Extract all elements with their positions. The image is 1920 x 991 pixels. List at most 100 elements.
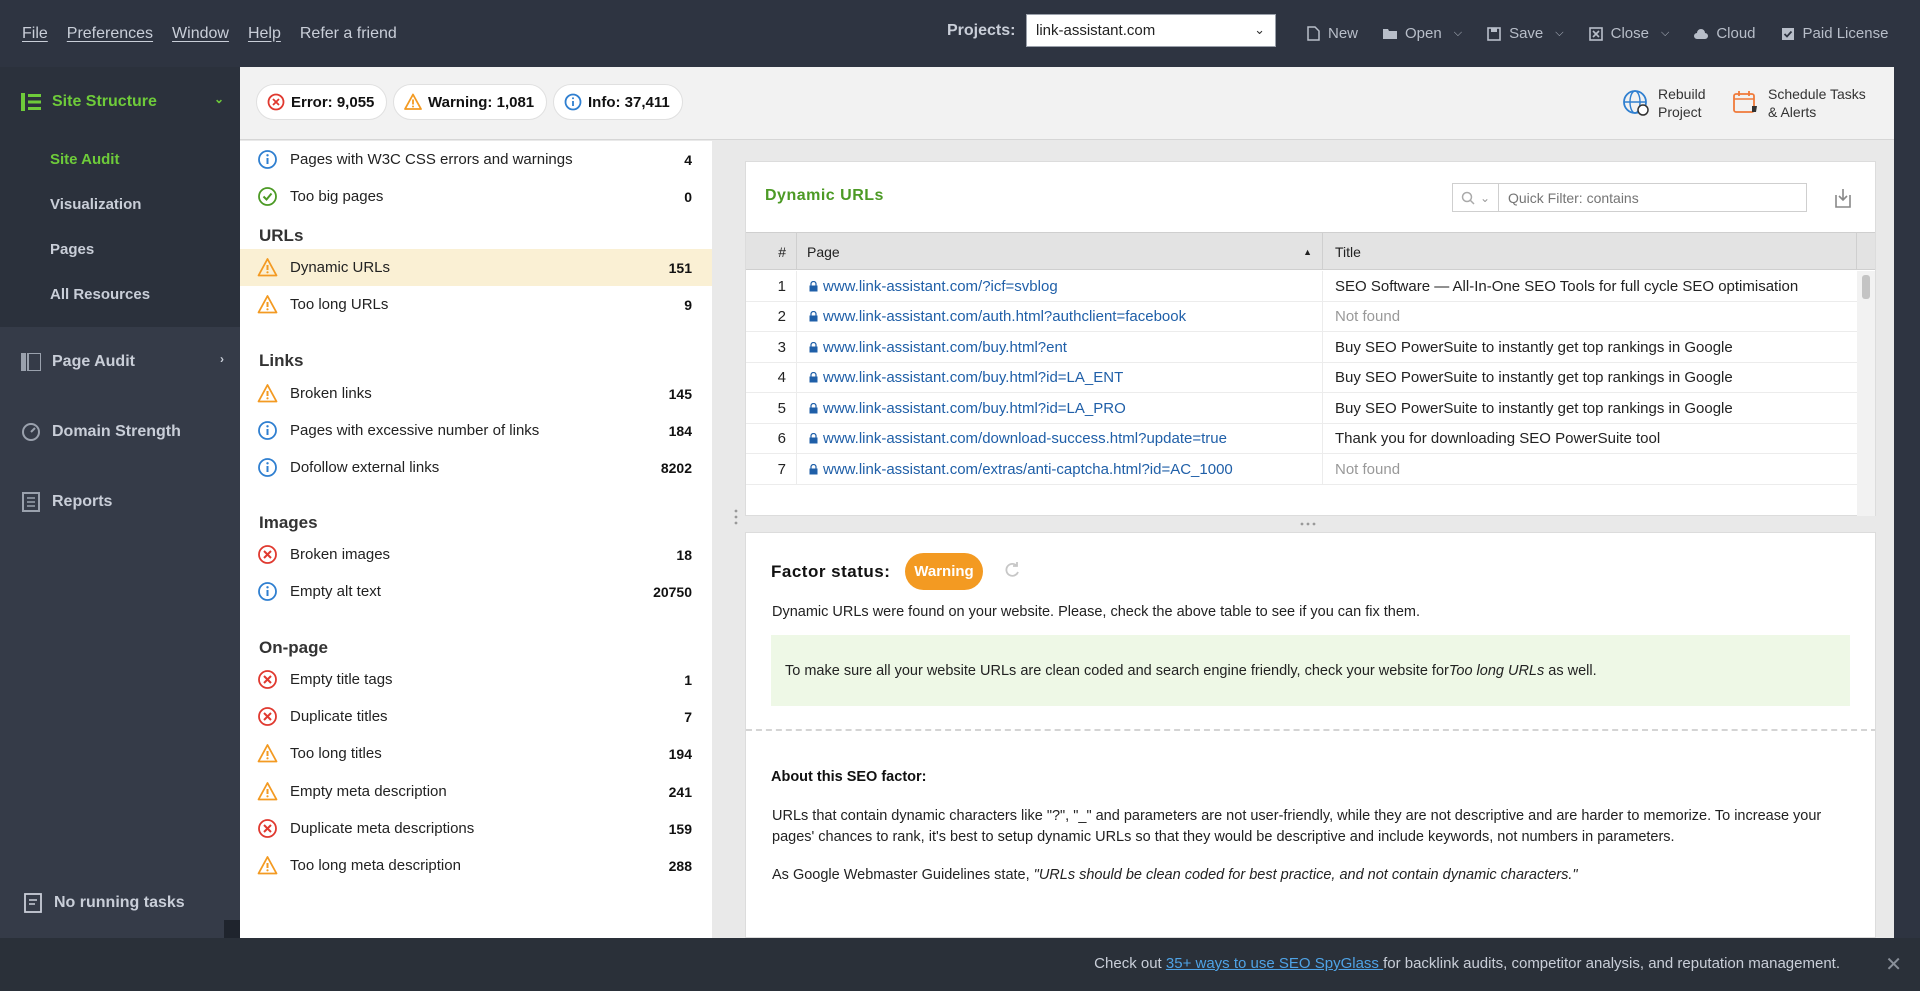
menu-preferences[interactable]: Preferences [67,25,153,43]
row-page-url[interactable]: www.link-assistant.com/?icf=svblog [797,271,1323,302]
chevron-down-icon: ⌄ [1479,190,1491,205]
search-filter-dropdown[interactable]: ⌄ [1453,184,1499,211]
schedule-tasks-button[interactable]: Schedule Tasks & Alerts [1732,85,1866,121]
list-item-broken-links[interactable]: Broken links 145 [240,375,712,412]
info-icon [257,457,278,478]
new-button[interactable]: New [1305,25,1358,42]
close-button[interactable]: Close ⌵ [1588,25,1669,42]
row-page-url[interactable]: www.link-assistant.com/auth.html?authcli… [797,301,1323,332]
info-icon [257,581,278,602]
warning-icon [257,743,278,764]
table-row[interactable]: 7 www.link-assistant.com/extras/anti-capt… [746,454,1857,485]
table-row[interactable]: 6 www.link-assistant.com/download-success… [746,423,1857,454]
list-item-empty-alt[interactable]: Empty alt text 20750 [240,573,712,610]
error-count-badge[interactable]: Error: 9,055 [256,84,388,120]
column-header-title[interactable]: Title [1323,233,1857,270]
running-tasks-status[interactable]: No running tasks [24,893,185,913]
row-number: 2 [746,301,797,332]
list-item-dynamic-urls[interactable]: Dynamic URLs 151 [240,249,712,286]
menu-window[interactable]: Window [172,25,229,43]
about-factor-title: About this SEO factor: [771,769,927,785]
list-item-too-big-pages[interactable]: Too big pages 0 [240,178,712,215]
row-page-title: Not found [1335,308,1401,326]
cloud-button[interactable]: Cloud [1693,25,1756,42]
page-url-text: www.link-assistant.com/buy.html?id=LA_EN… [823,369,1124,387]
close-icon[interactable]: ✕ [1885,952,1902,977]
table-row[interactable]: 4 www.link-assistant.com/buy.html?id=LA_E… [746,362,1857,393]
toolbar: New Open ⌵ Save ⌵ Close ⌵ Cloud Paid Lic… [1305,0,1912,67]
row-page-url[interactable]: www.link-assistant.com/download-success.… [797,423,1323,454]
sidebar-item-all-resources[interactable]: All Resources [0,272,240,317]
table-scrollbar[interactable] [1857,271,1875,516]
new-label: New [1328,25,1359,42]
list-item-duplicate-titles[interactable]: Duplicate titles 7 [240,698,712,735]
column-header-number[interactable]: # [746,233,797,270]
list-item-dofollow-external[interactable]: Dofollow external links 8202 [240,449,712,486]
sidebar-page-audit[interactable]: Page Audit › [0,327,240,397]
row-page-url[interactable]: www.link-assistant.com/extras/anti-captc… [797,454,1323,485]
factor-count: 20750 [653,583,692,600]
table-scrollbar-thumb[interactable] [1862,275,1870,299]
menu-refer-friend[interactable]: Refer a friend [300,25,397,43]
save-dropdown-icon[interactable]: ⌵ [1555,27,1563,40]
factor-info-card: Factor status: Warning Dynamic URLs were… [745,532,1876,938]
notification-link[interactable]: 35+ ways to use SEO SpyGlass [1166,955,1383,972]
list-item-excessive-links[interactable]: Pages with excessive number of links 184 [240,412,712,449]
list-item-broken-images[interactable]: Broken images 18 [240,536,712,573]
refresh-icon[interactable] [1002,560,1022,580]
table-row[interactable]: 2 www.link-assistant.com/auth.html?authcl… [746,301,1857,332]
factor-label: Too long meta description [290,857,461,874]
save-icon [1486,26,1502,42]
vertical-splitter[interactable] [729,141,744,938]
sidebar-item-visualization[interactable]: Visualization [0,182,240,227]
sidebar-site-structure[interactable]: Site Structure ⌄ [0,67,240,137]
notification-after: for backlink audits, competitor analysis… [1383,955,1840,972]
list-item-too-long-meta[interactable]: Too long meta description 288 [240,847,712,884]
row-page-url[interactable]: www.link-assistant.com/buy.html?ent [797,332,1323,363]
info-count-badge[interactable]: Info: 37,411 [553,84,683,120]
factor-count: 18 [676,546,692,563]
sidebar-domain-strength[interactable]: Domain Strength [0,397,240,467]
project-select-value: link-assistant.com [1036,22,1156,39]
open-dropdown-icon[interactable]: ⌵ [1454,27,1462,40]
group-title-images: Images [259,513,318,532]
table-row[interactable]: 3 www.link-assistant.com/buy.html?ent Buy … [746,332,1857,363]
row-page-url[interactable]: www.link-assistant.com/buy.html?id=LA_EN… [797,362,1323,393]
factor-count: 288 [668,857,692,874]
table-row[interactable]: 5 www.link-assistant.com/buy.html?id=LA_P… [746,393,1857,424]
warning-count-badge[interactable]: Warning: 1,081 [393,84,548,120]
domain-strength-label: Domain Strength [52,423,181,440]
factor-count: 9 [684,296,692,313]
quick-filter-input[interactable] [1499,189,1789,206]
rebuild-project-button[interactable]: Rebuild Project [1622,85,1705,121]
row-page-url[interactable]: www.link-assistant.com/buy.html?id=LA_PR… [797,393,1323,424]
factor-status-badge: Warning [905,553,983,590]
export-icon[interactable] [1831,186,1855,210]
list-item-too-long-urls[interactable]: Too long URLs 9 [240,286,712,323]
horizontal-splitter[interactable] [745,517,1876,531]
menu-help[interactable]: Help [248,25,281,43]
list-item-empty-title[interactable]: Empty title tags 1 [240,661,712,698]
license-button[interactable]: Paid License [1780,25,1888,42]
sidebar-item-pages[interactable]: Pages [0,227,240,272]
factor-tip: To make sure all your website URLs are c… [771,635,1850,706]
reports-label: Reports [52,493,113,510]
save-button[interactable]: Save ⌵ [1486,25,1564,42]
quick-filter[interactable]: ⌄ [1452,183,1807,212]
list-item-empty-meta[interactable]: Empty meta description 241 [240,773,712,810]
menu-file[interactable]: File [22,25,48,43]
list-item-w3c-css[interactable]: Pages with W3C CSS errors and warnings 4 [240,141,712,178]
close-dropdown-icon[interactable]: ⌵ [1661,27,1669,40]
list-item-duplicate-meta[interactable]: Duplicate meta descriptions 159 [240,810,712,847]
sidebar-item-site-audit[interactable]: Site Audit [0,137,240,182]
tip-emphasis: Too long URLs [1448,662,1545,679]
column-header-page[interactable]: Page ▲ [797,233,1323,270]
project-select[interactable]: link-assistant.com ⌄ [1026,14,1276,47]
factor-count: 194 [668,745,692,762]
table-row[interactable]: 1 www.link-assistant.com/?icf=svblog SEO S… [746,271,1857,302]
list-item-too-long-titles[interactable]: Too long titles 194 [240,735,712,772]
page-audit-icon [20,352,42,372]
sidebar-reports[interactable]: Reports [0,467,240,537]
row-page-title: Buy SEO PowerSuite to instantly get top … [1335,369,1733,387]
open-button[interactable]: Open ⌵ [1382,25,1462,42]
